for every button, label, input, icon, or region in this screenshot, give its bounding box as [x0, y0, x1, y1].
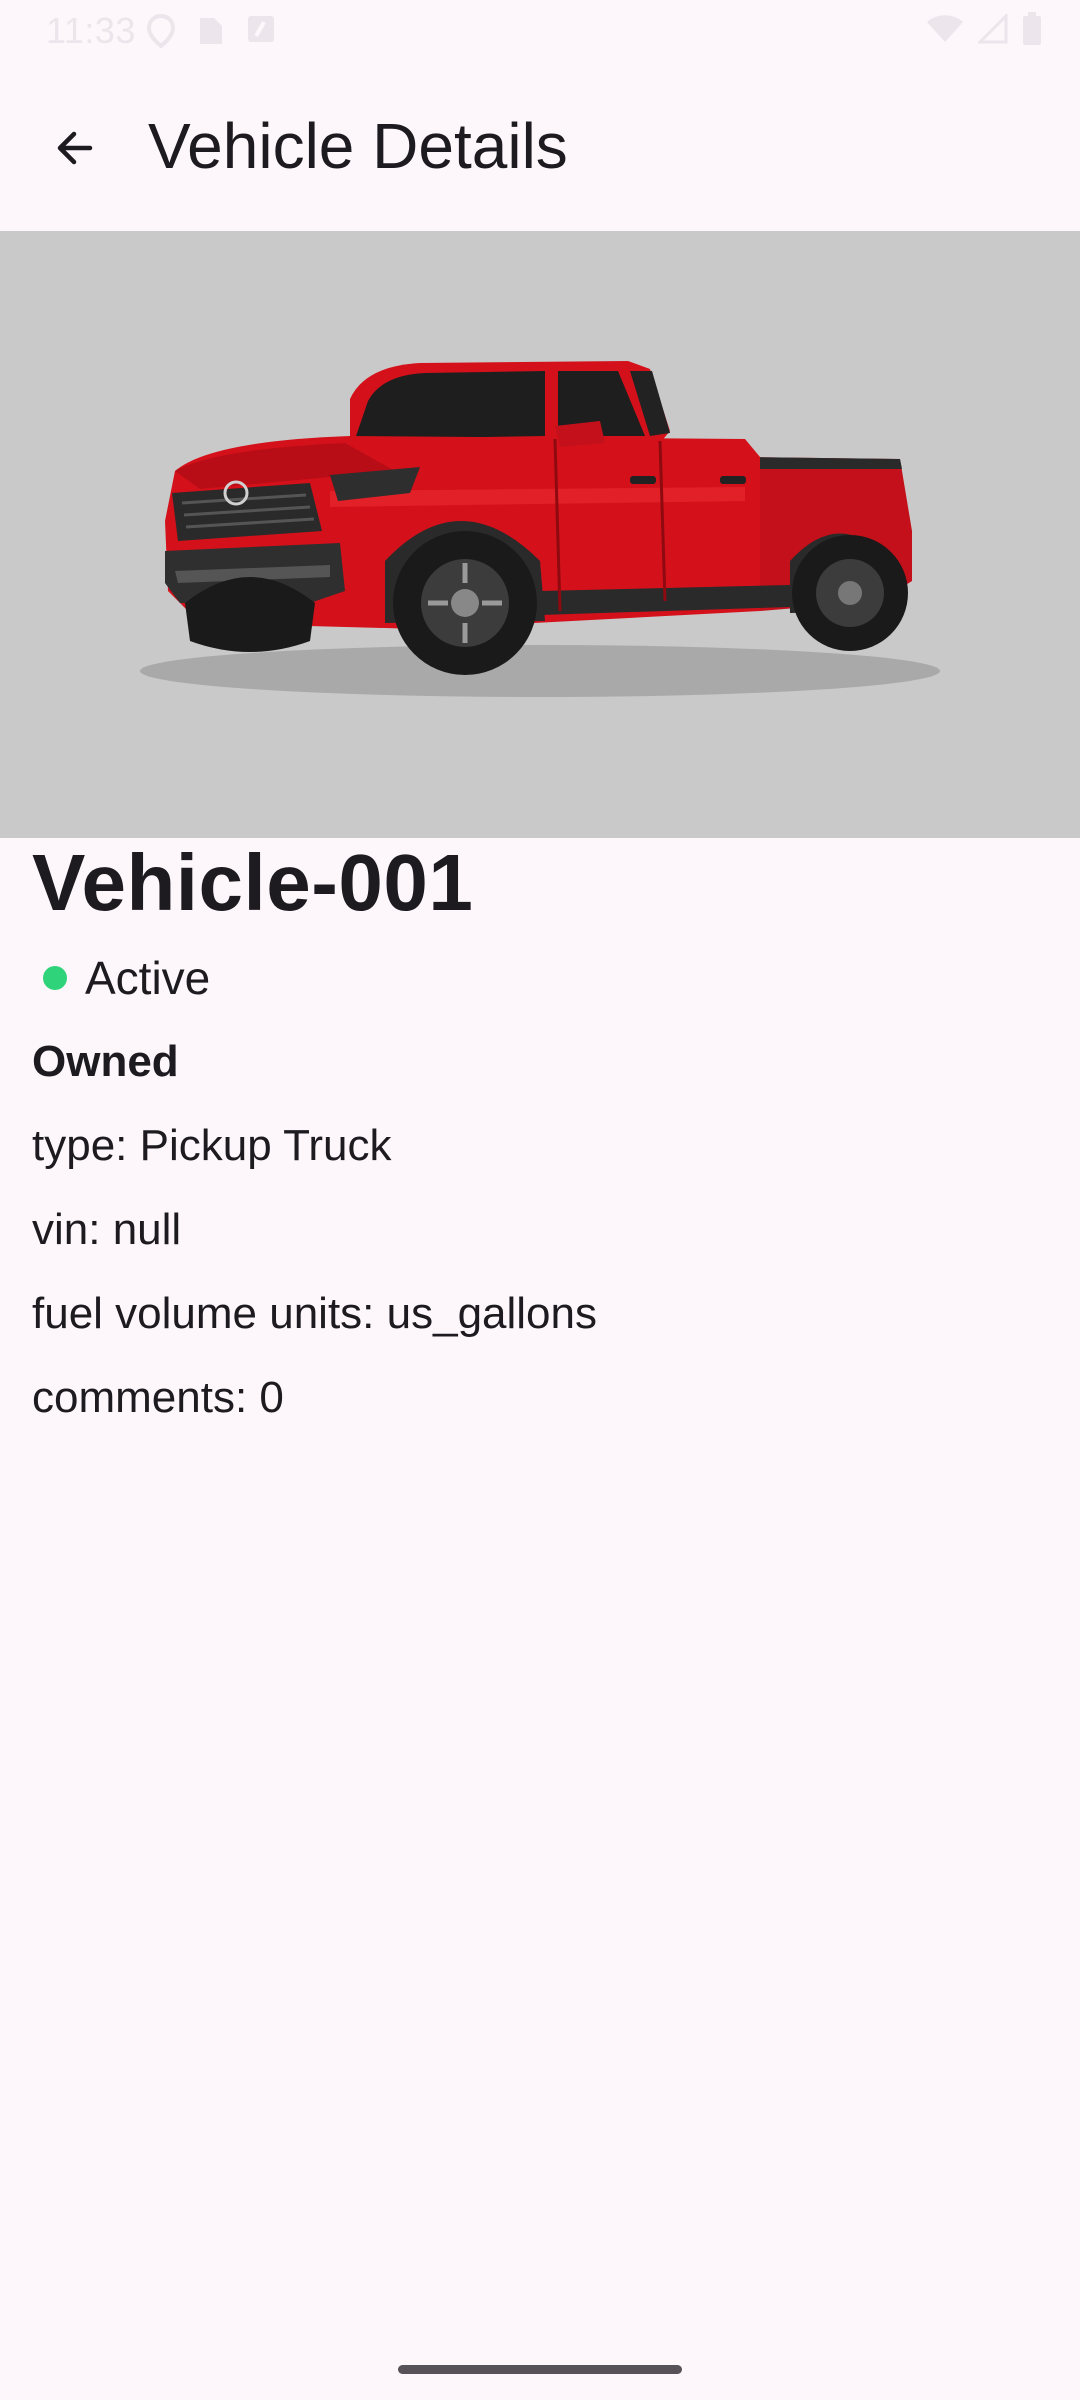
- battery-icon: [1023, 12, 1041, 45]
- vehicle-name: Vehicle-001: [32, 838, 474, 927]
- status-bar: 11:33: [0, 0, 1080, 62]
- page-title: Vehicle Details: [148, 110, 568, 182]
- vehicle-type-field: type: Pickup Truck: [32, 1121, 392, 1170]
- vehicle-image: [0, 231, 1080, 838]
- arrow-back-icon: [57, 131, 93, 165]
- vin-field: vin: null: [32, 1205, 182, 1254]
- status-time: 11:33: [46, 10, 136, 51]
- notification-icon: [248, 16, 274, 42]
- status-left-icons: [146, 14, 276, 48]
- gesture-navigation-bar[interactable]: [398, 2365, 682, 2374]
- back-button[interactable]: [30, 104, 118, 192]
- status-dot-icon: [43, 966, 67, 990]
- wifi-icon: [927, 15, 963, 42]
- status-row: Active: [32, 950, 1048, 1006]
- location-icon: [146, 14, 176, 48]
- ownership-label: Owned: [32, 1037, 179, 1086]
- pickup-truck-illustration: [140, 361, 940, 697]
- front-wheel: [393, 531, 537, 675]
- comments-field: comments: 0: [32, 1373, 284, 1422]
- sim-card-icon: [200, 18, 222, 44]
- status-text: Active: [85, 952, 211, 1004]
- vehicle-details: Vehicle-001 Active Owned type: Pickup Tr…: [32, 838, 1048, 1426]
- vehicle-details-screen: 11:33 Vehicle Details Vehicle-001 Active…: [0, 0, 1080, 2400]
- top-app-bar: Vehicle Details: [0, 62, 1080, 230]
- cell-signal-icon: [978, 14, 1008, 44]
- fuel-volume-units-field: fuel volume units: us_gallons: [32, 1289, 597, 1338]
- status-right-icons: [926, 12, 1042, 46]
- rear-wheel: [792, 535, 908, 651]
